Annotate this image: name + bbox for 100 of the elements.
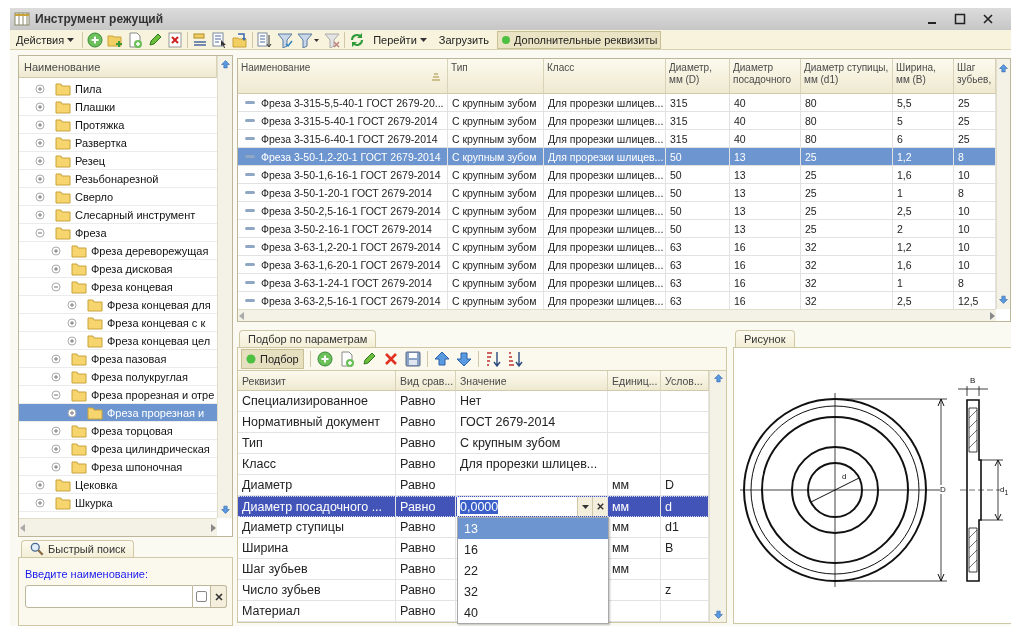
expand-icon[interactable] [67,299,77,310]
tree-item[interactable]: Фреза [19,224,217,242]
collapse-icon[interactable] [51,389,61,400]
column-header[interactable]: Диаметр ступицы, мм (d1) [801,59,893,94]
scroll-down-arrow-icon[interactable] [713,610,723,619]
tree-item[interactable]: Сверло [19,188,217,206]
close-icon[interactable] [982,13,994,25]
load-button[interactable]: Загрузить [434,30,494,49]
clear-button[interactable] [211,585,227,608]
column-header[interactable]: Ширина, мм (B) [893,59,954,94]
table-row[interactable]: Фреза 3-50-1-20-1 ГОСТ 2679-2014 С крупным зубом Для прорезки шлицев... 50 13 25 1 8 [238,184,996,202]
expand-icon[interactable] [51,245,61,256]
expand-icon[interactable] [35,173,45,184]
column-header[interactable]: Реквизит [238,371,396,391]
column-header[interactable]: Тип [448,59,544,94]
table-row[interactable]: Фреза 3-63-1,6-20-1 ГОСТ 2679-2014 С крупным зубом Для прорезки шлицев... 63 16 32 1,6 10 [238,256,996,274]
table-row[interactable]: Фреза 3-50-1,6-16-1 ГОСТ 2679-2014 С крупным зубом Для прорезки шлицев... 50 13 25 1,6 10 [238,166,996,184]
search-field[interactable] [25,585,193,608]
actions-menu[interactable]: Действия [12,30,79,49]
column-header[interactable]: Наименование [19,56,217,78]
tree-item[interactable]: Фреза пазовая [19,350,217,368]
filter-dropdown-icon[interactable] [297,31,321,48]
column-header[interactable]: Значение [456,371,608,391]
tree-item[interactable]: Резец [19,152,217,170]
collapse-icon[interactable] [51,281,61,292]
table-row[interactable]: Фреза 3-50-2-16-1 ГОСТ 2679-2014 С крупным зубом Для прорезки шлицев... 50 13 25 2 10 [238,220,996,238]
expand-icon[interactable] [51,371,61,382]
delete-icon[interactable] [167,31,184,48]
column-header[interactable]: Услов... [661,371,709,391]
tree-item[interactable]: Фреза концевая [19,278,217,296]
panel-tab[interactable]: Быстрый поиск [21,540,135,557]
tree-item[interactable]: Фреза шпоночная [19,458,217,476]
expand-icon[interactable] [35,497,45,508]
expand-icon[interactable] [67,407,77,418]
expand-icon[interactable] [51,263,61,274]
tree-item[interactable]: Шкурка [19,494,217,512]
column-header[interactable]: Диаметр, мм (D) [666,59,730,94]
expand-icon[interactable] [51,353,61,364]
tree-item[interactable]: Фреза цилиндрическая [19,440,217,458]
scroll-down-arrow-icon[interactable] [220,505,230,514]
scroll-up-arrow-icon[interactable] [713,374,723,383]
expand-icon[interactable] [67,335,77,346]
tree-item[interactable]: Фреза дереворежущая [19,242,217,260]
tree-item[interactable]: Пила [19,80,217,98]
tree-item[interactable]: Цековка [19,476,217,494]
tree-item[interactable]: Фреза дисковая [19,260,217,278]
scroll-right-arrow-icon[interactable] [988,310,996,321]
arrow-down-icon[interactable] [455,351,472,367]
list-option[interactable]: 40 [458,602,608,623]
filter-icon[interactable] [277,31,294,48]
expand-icon[interactable] [35,155,45,166]
expand-icon[interactable] [35,101,45,112]
document-pointer-icon[interactable] [212,31,229,48]
expand-icon[interactable] [35,479,45,490]
scroll-right-arrow-icon[interactable] [209,522,217,533]
extra-attributes-toggle[interactable]: Дополнительные реквизиты [497,30,662,49]
column-header[interactable]: Вид срав... [396,371,456,391]
expand-icon[interactable] [51,461,61,472]
expand-icon[interactable] [35,137,45,148]
expand-icon[interactable] [51,443,61,454]
sort-descending-icon[interactable] [506,351,523,367]
table-row[interactable]: Фреза 3-315-5,5-40-1 ГОСТ 2679-20... С крупным зубом Для прорезки шлицев... 315 40 80 5,5 25 [238,94,996,112]
tree-item[interactable]: Фреза полукруглая [19,368,217,386]
scroll-down-arrow-icon[interactable] [999,295,1008,304]
tree-item[interactable]: Фреза торцовая [19,422,217,440]
add-icon[interactable] [316,351,333,367]
tree-item[interactable]: Фреза концевая с к [19,314,217,332]
list-option[interactable]: 22 [458,560,608,581]
arrow-up-icon[interactable] [433,351,450,367]
tree-item[interactable]: Плашки [19,98,217,116]
sort-list-icon[interactable] [257,31,274,48]
expand-icon[interactable] [35,209,45,220]
tree-item[interactable]: Фреза концевая для [19,296,217,314]
document-plus-icon[interactable] [127,31,144,48]
scroll-up-arrow-icon[interactable] [220,60,230,69]
list-option[interactable]: 32 [458,581,608,602]
table-row[interactable]: Фреза 3-63-1-24-1 ГОСТ 2679-2014 С крупным зубом Для прорезки шлицев... 63 16 32 1 8 [238,274,996,292]
expand-icon[interactable] [35,191,45,202]
table-row[interactable]: Фреза 3-50-2,5-16-1 ГОСТ 2679-2014 С крупным зубом Для прорезки шлицев... 50 13 25 2,5 10 [238,202,996,220]
table-row[interactable]: Фреза 3-63-1,2-20-1 ГОСТ 2679-2014 С крупным зубом Для прорезки шлицев... 63 16 32 1,2 10 [238,238,996,256]
scroll-left-arrow-icon[interactable] [19,522,27,533]
column-header[interactable]: Диаметр посадочного [730,59,801,94]
pick-button[interactable]: Подбор [241,349,304,369]
checkbox[interactable] [196,591,207,602]
tree-item[interactable]: Слесарный инструмент [19,206,217,224]
column-header[interactable]: Наименование [238,59,448,94]
maximize-icon[interactable] [954,13,966,25]
tree-item[interactable]: Фреза концевая цел [19,332,217,350]
pencil-icon[interactable] [360,351,377,367]
delete-icon[interactable] [382,351,399,367]
expand-icon[interactable] [51,425,61,436]
panel-tab[interactable]: Подбор по параметрам [239,330,377,347]
add-icon[interactable] [87,31,104,48]
goto-menu[interactable]: Перейти [369,30,431,49]
column-header[interactable]: Единиц... [608,371,661,391]
tree-item[interactable]: Развертка [19,134,217,152]
scroll-left-arrow-icon[interactable] [238,310,246,321]
table-row[interactable]: Фреза 3-315-5-40-1 ГОСТ 2679-2014 С крупным зубом Для прорезки шлицев... 315 40 80 5 25 [238,112,996,130]
column-header[interactable]: Класс [544,59,666,94]
save-icon[interactable] [404,351,421,367]
